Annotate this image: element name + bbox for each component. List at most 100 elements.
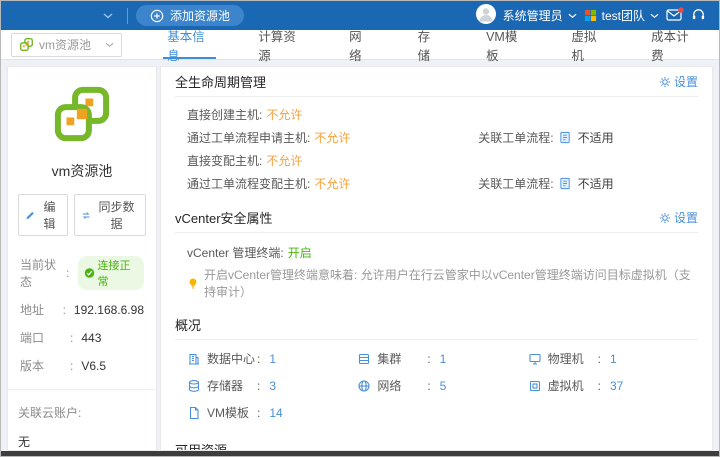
team-icon (584, 9, 597, 22)
cloud-account-value: 无 (18, 433, 146, 450)
topbar-left: 添加资源池 (1, 5, 476, 26)
lifecycle-row: 通过工单流程变配主机: 不允许 (187, 172, 478, 195)
edit-button[interactable]: 编辑 (18, 194, 68, 236)
file-icon (187, 406, 201, 420)
colon: : (66, 266, 69, 280)
user-name: 系统管理员 (503, 7, 563, 24)
row-label: 直接创建主机: (187, 106, 262, 123)
tab-vm-template[interactable]: VM模板 (476, 30, 535, 59)
nav-collapse-toggle[interactable] (97, 13, 119, 19)
status-row: 当前状态 : 连接正常 (20, 256, 144, 290)
stat-cluster: 集群 : 1 (357, 350, 527, 367)
stat-label: VM模板 (207, 404, 257, 421)
tab-cost[interactable]: 成本计费 (641, 30, 706, 59)
pool-fields: 当前状态 : 连接正常 地址 : 192.168.6.98 端口 : 443 (18, 236, 146, 385)
stat-label: 集群 (377, 350, 427, 367)
sync-data-label: 同步数据 (94, 198, 139, 232)
workflow-value: 不适用 (578, 175, 614, 192)
pool-selector-value: vm资源池 (39, 36, 91, 53)
workflow-doc-icon (559, 177, 572, 190)
plus-circle-icon (150, 9, 164, 23)
row-value: 不允许 (314, 129, 350, 146)
colon: : (257, 406, 260, 420)
stat-datacenter: 数据中心 : 1 (187, 350, 357, 367)
row-value: 不允许 (266, 106, 302, 123)
divider (8, 389, 156, 390)
workflow-label: 关联工单流程: (478, 129, 553, 146)
chevron-down-icon (568, 13, 577, 19)
user-menu[interactable]: 系统管理员 (503, 7, 577, 24)
status-text: 连接正常 (98, 257, 138, 289)
colon: : (427, 379, 430, 393)
address-row: 地址 : 192.168.6.98 (20, 301, 144, 318)
gear-icon (659, 76, 671, 88)
lifecycle-row: 直接创建主机: 不允许 (187, 103, 478, 126)
version-row: 版本 : V6.5 (20, 357, 144, 374)
stat-label: 数据中心 (207, 350, 257, 367)
colon: : (598, 379, 601, 393)
colon: : (427, 352, 430, 366)
sync-data-button[interactable]: 同步数据 (74, 194, 146, 236)
port-row: 端口 : 443 (20, 329, 144, 346)
address-label: 地址 (20, 301, 63, 318)
stat-vm: 虚拟机 : 37 (528, 377, 698, 394)
headset-icon[interactable] (691, 7, 706, 25)
mail-icon[interactable] (666, 7, 684, 25)
avatar[interactable] (476, 4, 496, 27)
stat-vm-template: VM模板 : 14 (187, 404, 357, 421)
lifecycle-row-right: 关联工单流程: 不适用 (478, 126, 698, 149)
cloud-account-label: 关联云账户: (18, 404, 146, 421)
security-title: vCenter安全属性 (175, 208, 273, 227)
stat-value: 1 (269, 352, 276, 366)
colon: : (63, 303, 66, 317)
stat-storage-device: 存储器 : 3 (187, 377, 357, 394)
colon: : (598, 352, 601, 366)
stat-label: 网络 (377, 377, 427, 394)
terminal-value: 开启 (288, 244, 312, 261)
workflow-doc-icon (559, 131, 572, 144)
colon: : (70, 359, 73, 373)
settings-label: 设置 (674, 209, 698, 226)
colon: : (257, 352, 260, 366)
vsphere-icon (19, 37, 34, 52)
lifecycle-settings-link[interactable]: 设置 (659, 73, 698, 90)
team-name: test团队 (602, 7, 645, 24)
lifecycle-row: 通过工单流程申请主机: 不允许 (187, 126, 478, 149)
page-content: vm资源池 编辑 同步数据 当前状态 : 连接正常 (1, 60, 719, 451)
add-resource-pool-label: 添加资源池 (170, 7, 230, 24)
sub-nav: vm资源池 基本信息 计算资源 网络 存储 VM模板 虚拟机 成本计费 (1, 30, 719, 60)
tab-network[interactable]: 网络 (339, 30, 381, 59)
pencil-icon (25, 210, 35, 221)
port-label: 端口 (20, 329, 70, 346)
cluster-icon (357, 352, 371, 366)
edit-label: 编辑 (38, 198, 60, 232)
security-body: vCenter 管理终端: 开启 开启vCenter管理终端意味着: 允许用户在… (175, 233, 698, 310)
pool-selector-dropdown[interactable]: vm资源池 (11, 33, 122, 57)
overview-section-header: 概况 (175, 310, 698, 340)
status-label: 当前状态 (20, 256, 66, 290)
vsphere-icon (51, 83, 113, 148)
stat-value: 1 (610, 352, 617, 366)
lifecycle-row-right-empty (478, 149, 698, 172)
tab-compute[interactable]: 计算资源 (248, 30, 313, 59)
tab-vm[interactable]: 虚拟机 (561, 30, 615, 59)
stat-physical-host: 物理机 : 1 (528, 350, 698, 367)
lifecycle-row-right: 关联工单流程: 不适用 (478, 172, 698, 195)
overview-stats: 数据中心 : 1 集群 : 1 物理机 : 1 (175, 340, 698, 435)
topbar-divider (127, 8, 128, 24)
resources-section-header: 可用资源 (175, 435, 698, 451)
stat-value: 1 (440, 352, 447, 366)
lifecycle-title: 全生命周期管理 (175, 72, 266, 91)
security-section-header: vCenter安全属性 设置 (175, 203, 698, 233)
row-label: 通过工单流程申请主机: (187, 129, 310, 146)
settings-label: 设置 (674, 73, 698, 90)
tab-basic-info[interactable]: 基本信息 (157, 30, 222, 59)
row-value: 不允许 (266, 152, 302, 169)
team-menu[interactable]: test团队 (584, 7, 659, 24)
tab-storage[interactable]: 存储 (408, 30, 450, 59)
check-circle-icon (84, 267, 95, 279)
security-settings-link[interactable]: 设置 (659, 209, 698, 226)
stat-network: 网络 : 5 (357, 377, 527, 394)
sync-icon (81, 210, 91, 221)
add-resource-pool-button[interactable]: 添加资源池 (136, 5, 244, 26)
